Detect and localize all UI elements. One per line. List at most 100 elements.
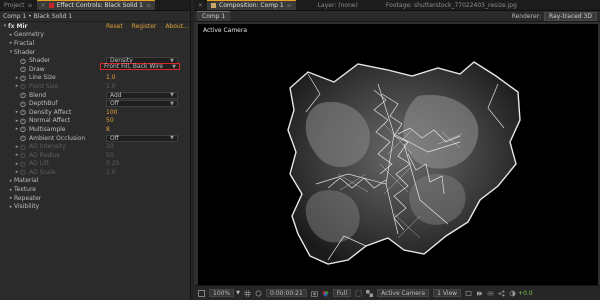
panel-menu-icon[interactable]: ≡ xyxy=(146,2,151,9)
effect-controls-panel: Project ≡ ✕ Effect Controls: Black Solid… xyxy=(0,0,191,300)
ambient-occlusion-dropdown[interactable]: Off ▼ xyxy=(106,134,178,142)
blend-dropdown[interactable]: Add ▼ xyxy=(106,91,178,99)
timeline-toggle[interactable] xyxy=(487,290,494,297)
stopwatch-icon[interactable] xyxy=(20,66,26,73)
stopwatch-icon xyxy=(20,161,26,167)
pixel-aspect-toggle[interactable] xyxy=(465,290,472,297)
reset-link[interactable]: Reset xyxy=(106,23,123,30)
timecode-value[interactable]: 0:00:00:21 xyxy=(266,289,307,297)
fx-badge-icon[interactable]: fx xyxy=(8,23,14,30)
camera-icon xyxy=(310,290,318,297)
tab-footage[interactable]: Footage: shutterstock_77022403_resize.jp… xyxy=(382,0,521,10)
stopwatch-icon[interactable] xyxy=(20,118,26,124)
tab-effect-controls[interactable]: ✕ Effect Controls: Black Solid 1 ≡ xyxy=(36,0,156,10)
resolution-control[interactable]: Full xyxy=(332,289,352,297)
chevron-down-icon: ▼ xyxy=(172,63,176,70)
param-row-point-size: ▸ Point Size 1.0 xyxy=(2,82,190,91)
tab-project[interactable]: Project ≡ xyxy=(0,0,37,10)
timeline-icon xyxy=(487,291,494,295)
panel-menu-icon[interactable]: ≡ xyxy=(287,2,292,9)
stopwatch-icon xyxy=(20,144,26,150)
layer-path-label: Comp 1 • Black Solid 1 xyxy=(3,12,73,20)
zoom-control[interactable]: 100% ▼ xyxy=(209,289,240,297)
param-row-ao-intensity: ▸ AO Intensity 10 xyxy=(2,142,190,151)
stopwatch-icon[interactable] xyxy=(20,109,26,116)
checkerboard-icon xyxy=(366,289,374,297)
stopwatch-icon[interactable] xyxy=(20,101,26,107)
ao-intensity-value: 10 xyxy=(106,143,114,151)
density-affect-value[interactable]: 100 xyxy=(106,109,117,116)
flowchart-toggle[interactable] xyxy=(498,290,505,297)
draw-dropdown[interactable]: Front Fill, Back Wire ▼ xyxy=(100,63,180,71)
snapshot-button[interactable] xyxy=(310,290,318,297)
group-texture[interactable]: ▸ Texture xyxy=(2,185,190,194)
zoom-dropdown[interactable]: 100% xyxy=(209,289,235,297)
tab-composition[interactable]: Composition: Comp 1 ≡ xyxy=(207,0,296,10)
view-layout-dropdown[interactable]: 1 View xyxy=(433,289,462,297)
group-fractal[interactable]: ▸ Fractal xyxy=(2,39,190,48)
stopwatch-icon[interactable] xyxy=(20,92,26,99)
stopwatch-icon[interactable] xyxy=(20,75,26,81)
exposure-value[interactable]: +0.0 xyxy=(518,290,533,297)
group-label: Repeater xyxy=(14,194,42,202)
param-label: Shader xyxy=(29,57,51,65)
fractal-render xyxy=(287,61,521,265)
depthbuf-dropdown[interactable]: Off ▼ xyxy=(106,100,178,108)
param-label: Point Size xyxy=(29,82,59,90)
stopwatch-icon[interactable] xyxy=(20,135,26,142)
mask-visibility-toggle[interactable] xyxy=(255,290,262,297)
group-label: Geometry xyxy=(14,31,44,39)
camera-control[interactable]: Active Camera xyxy=(377,289,430,297)
composition-icon xyxy=(211,3,217,8)
multisample-value[interactable]: 8 xyxy=(106,126,110,133)
dropdown-value: Off xyxy=(110,134,119,142)
region-of-interest-toggle[interactable] xyxy=(355,290,362,297)
chevron-down-icon: ▼ xyxy=(170,92,174,99)
renderer-button[interactable]: Ray-traced 3D xyxy=(544,11,597,21)
normal-affect-value[interactable]: 50 xyxy=(106,117,114,124)
comp-navigator-chip[interactable]: Comp 1 xyxy=(197,11,231,21)
param-label: Multisample xyxy=(29,125,66,133)
group-visibility[interactable]: ▸ Visibility xyxy=(2,202,190,211)
group-shader[interactable]: ▾ Shader xyxy=(2,48,190,57)
effect-row-mir[interactable]: ▾ fx Mir Reset Register About... xyxy=(2,22,190,31)
close-icon[interactable]: ✕ xyxy=(198,2,203,9)
transparency-grid-toggle[interactable] xyxy=(366,289,374,297)
param-label: Density Affect xyxy=(29,108,72,116)
param-row-ao-lift: ▸ AO Lift 0.25 xyxy=(2,160,190,169)
group-label: Fractal xyxy=(14,39,35,47)
view-layout-control[interactable]: 1 View xyxy=(433,289,462,297)
param-label: AO Radius xyxy=(29,151,60,159)
chevron-down-icon: ▼ xyxy=(236,290,241,296)
fast-previews-toggle[interactable] xyxy=(476,290,483,297)
line-size-value[interactable]: 1.0 xyxy=(106,74,116,81)
group-repeater[interactable]: ▸ Repeater xyxy=(2,194,190,203)
tab-project-label: Project xyxy=(4,1,25,9)
group-material[interactable]: ▸ Material xyxy=(2,177,190,186)
stopwatch-icon[interactable] xyxy=(20,126,26,133)
register-link[interactable]: Register xyxy=(132,23,157,30)
grid-toggle[interactable] xyxy=(244,289,252,297)
timecode-display[interactable]: 0:00:00:21 xyxy=(266,289,307,297)
about-link[interactable]: About... xyxy=(165,23,188,30)
always-preview-toggle[interactable] xyxy=(198,289,205,297)
panel-menu-icon[interactable]: ≡ xyxy=(28,2,33,9)
composition-subbar: Comp 1 Renderer: Ray-traced 3D xyxy=(194,11,600,22)
composition-viewer[interactable]: Active Camera xyxy=(198,24,598,285)
camera-dropdown[interactable]: Active Camera xyxy=(377,289,430,297)
param-row-depthbuf: DepthBuf Off ▼ xyxy=(2,99,190,108)
color-channel-button[interactable] xyxy=(322,290,329,297)
stopwatch-icon[interactable] xyxy=(20,58,26,64)
exposure-icon xyxy=(509,290,516,296)
param-label: DepthBuf xyxy=(29,100,58,108)
group-geometry[interactable]: ▸ Geometry xyxy=(2,31,190,40)
chevron-down-icon: ▼ xyxy=(170,100,174,107)
resolution-dropdown[interactable]: Full xyxy=(332,289,352,297)
param-label: Line Size xyxy=(29,74,56,82)
exposure-control[interactable]: +0.0 xyxy=(509,290,533,297)
close-icon[interactable]: ✕ xyxy=(41,2,46,9)
tab-layer[interactable]: Layer: (none) xyxy=(314,0,362,10)
param-row-ao-scale: ▸ AO Scale 1.0 xyxy=(2,168,190,177)
group-label: Material xyxy=(14,177,39,185)
panel-grip[interactable]: ✕ xyxy=(194,0,207,10)
